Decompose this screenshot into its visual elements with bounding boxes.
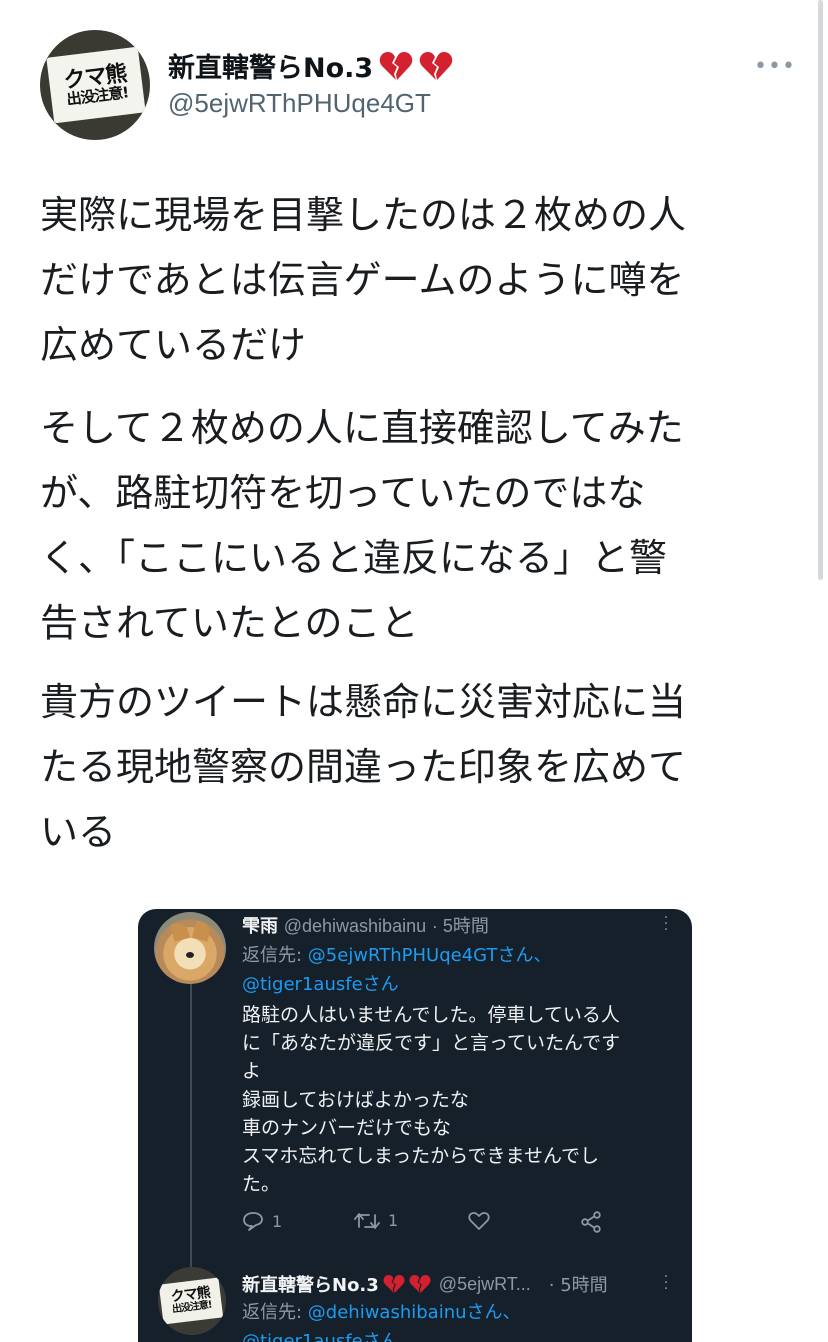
tweet-line: たる現地警察の間違った印象を広めて bbox=[40, 745, 687, 789]
reply-mention: @dehiwashibainuさん、 bbox=[307, 1302, 521, 1323]
tweet-paragraph: 貴方のツイートは懸命に災害対応に当 たる現地警察の間違った印象を広めて いる bbox=[40, 670, 780, 865]
reply-text-line: 路駐の人はいませんでした。停車している人 bbox=[242, 1004, 620, 1026]
author-name-text: 新直轄警らNo.3 bbox=[168, 53, 374, 84]
reply-time: · 5時間 bbox=[431, 916, 489, 936]
tweet-line: 実際に現場を目撃したのは２枚めの人 bbox=[40, 193, 687, 237]
share-action bbox=[580, 1211, 602, 1233]
reply-count: 1 bbox=[272, 1211, 283, 1231]
reply-to-prefix: 返信先: bbox=[242, 1302, 308, 1323]
author-avatar[interactable]: クマ熊 出没注意! bbox=[40, 30, 150, 140]
like-action bbox=[468, 1211, 490, 1231]
reply-header: 雫雨 @dehiwashibainu · 5時間 bbox=[242, 912, 489, 938]
reply-text-line: よ bbox=[242, 1060, 262, 1083]
author-handle[interactable]: @5ejwRThPHUqe4GT bbox=[168, 88, 431, 119]
reply-author-handle: @5ejwRT... bbox=[438, 1273, 531, 1294]
tweet-text: 実際に現場を目撃したのは２枚めの人 だけであとは伝言ゲームのように噂を 広めてい… bbox=[40, 183, 780, 879]
tweet-line: いる bbox=[40, 810, 117, 854]
reply-mention: @tiger1ausfeさん bbox=[242, 1331, 399, 1342]
tweet-line: 告されていたとのこと bbox=[40, 601, 419, 645]
reply-time: · 5時間 bbox=[548, 1275, 608, 1296]
reply-text: 路駐の人はいませんでした。停車している人 に「あなたが違反です」と言っていたんで… bbox=[242, 1001, 682, 1198]
avatar-sign-line2: 出没注意! bbox=[171, 1299, 213, 1316]
reply-action: 1 bbox=[242, 1211, 282, 1231]
tweet-line: そして２枚めの人に直接確認してみた bbox=[40, 406, 684, 450]
reply-text-line: 録画しておけばよかったな bbox=[242, 1088, 469, 1111]
author-display-name[interactable]: 新直轄警らNo.3 bbox=[168, 46, 453, 85]
vertical-more-icon: · · · bbox=[663, 1269, 669, 1297]
reply-author-name: 新直轄警らNo.3 bbox=[242, 1275, 379, 1296]
reply-to-line: 返信先: @5ejwRThPHUqe4GTさん、 @tiger1ausfeさん bbox=[242, 941, 551, 999]
tweet-line: く、「ここにいると違反になる」と警 bbox=[40, 536, 668, 580]
share-icon bbox=[581, 1211, 601, 1233]
reply-author-name: 雫雨 bbox=[242, 916, 278, 937]
thread-connector-line bbox=[190, 983, 192, 1283]
author-avatar-small: クマ熊 出没注意! bbox=[158, 1267, 226, 1335]
reply-author-handle: @dehiwashibainu bbox=[283, 916, 427, 936]
tweet-paragraph: そして２枚めの人に直接確認してみた が、路駐切符を切っていたのではな く、「ここ… bbox=[40, 396, 780, 656]
more-options-icon[interactable]: ••• bbox=[754, 54, 796, 79]
heart-icon bbox=[468, 1212, 490, 1230]
broken-heart-icon bbox=[409, 1274, 431, 1294]
tweet-line: 貴方のツイートは懸命に災害対応に当 bbox=[40, 680, 687, 724]
reply-text-line: た。 bbox=[242, 1173, 281, 1196]
reply-text-line: に「あなたが違反です」と言っていたんです bbox=[242, 1032, 621, 1055]
reply-text-line: スマホ忘れてしまったからできませんでし bbox=[242, 1145, 600, 1168]
reply-to-prefix: 返信先: bbox=[242, 945, 308, 966]
tweet-line: が、路駐切符を切っていたのではな bbox=[40, 471, 646, 515]
retweet-count: 1 bbox=[388, 1211, 399, 1230]
shiba-dog-avatar bbox=[154, 912, 226, 984]
reply-to-line: 返信先: @dehiwashibainuさん、 @tiger1ausfeさん bbox=[242, 1298, 521, 1342]
tweet-paragraph: 実際に現場を目撃したのは２枚めの人 だけであとは伝言ゲームのように噂を 広めてい… bbox=[40, 183, 780, 378]
comment-icon bbox=[243, 1212, 263, 1231]
tweet-line: だけであとは伝言ゲームのように噂を bbox=[40, 258, 685, 302]
broken-heart-icon bbox=[379, 51, 413, 80]
tweet-line: 広めているだけ bbox=[40, 323, 307, 367]
attached-screenshot-image[interactable]: 雫雨 @dehiwashibainu · 5時間 · · · 返信先: @5ejwR… bbox=[138, 909, 692, 1342]
bear-warning-sign: クマ熊 出没注意! bbox=[46, 46, 146, 124]
vertical-more-icon: · · · bbox=[663, 910, 669, 938]
reply-text-line: 車のナンバーだけでもな bbox=[242, 1116, 452, 1139]
scrollbar[interactable] bbox=[818, 0, 823, 580]
broken-heart-icon bbox=[383, 1274, 405, 1294]
retweet-icon bbox=[354, 1212, 380, 1229]
retweet-action: 1 bbox=[354, 1211, 398, 1230]
bear-warning-sign: クマ熊 出没注意! bbox=[158, 1277, 224, 1325]
broken-heart-icon bbox=[419, 51, 453, 80]
reply-mention: @5ejwRThPHUqe4GTさん、 bbox=[307, 945, 552, 966]
reply-mention: @tiger1ausfeさん bbox=[242, 974, 399, 995]
reply-action-bar: 1 1 bbox=[242, 1211, 642, 1237]
reply-header: 新直轄警らNo.3 @5ejwRT... · 5時間 bbox=[242, 1271, 608, 1297]
